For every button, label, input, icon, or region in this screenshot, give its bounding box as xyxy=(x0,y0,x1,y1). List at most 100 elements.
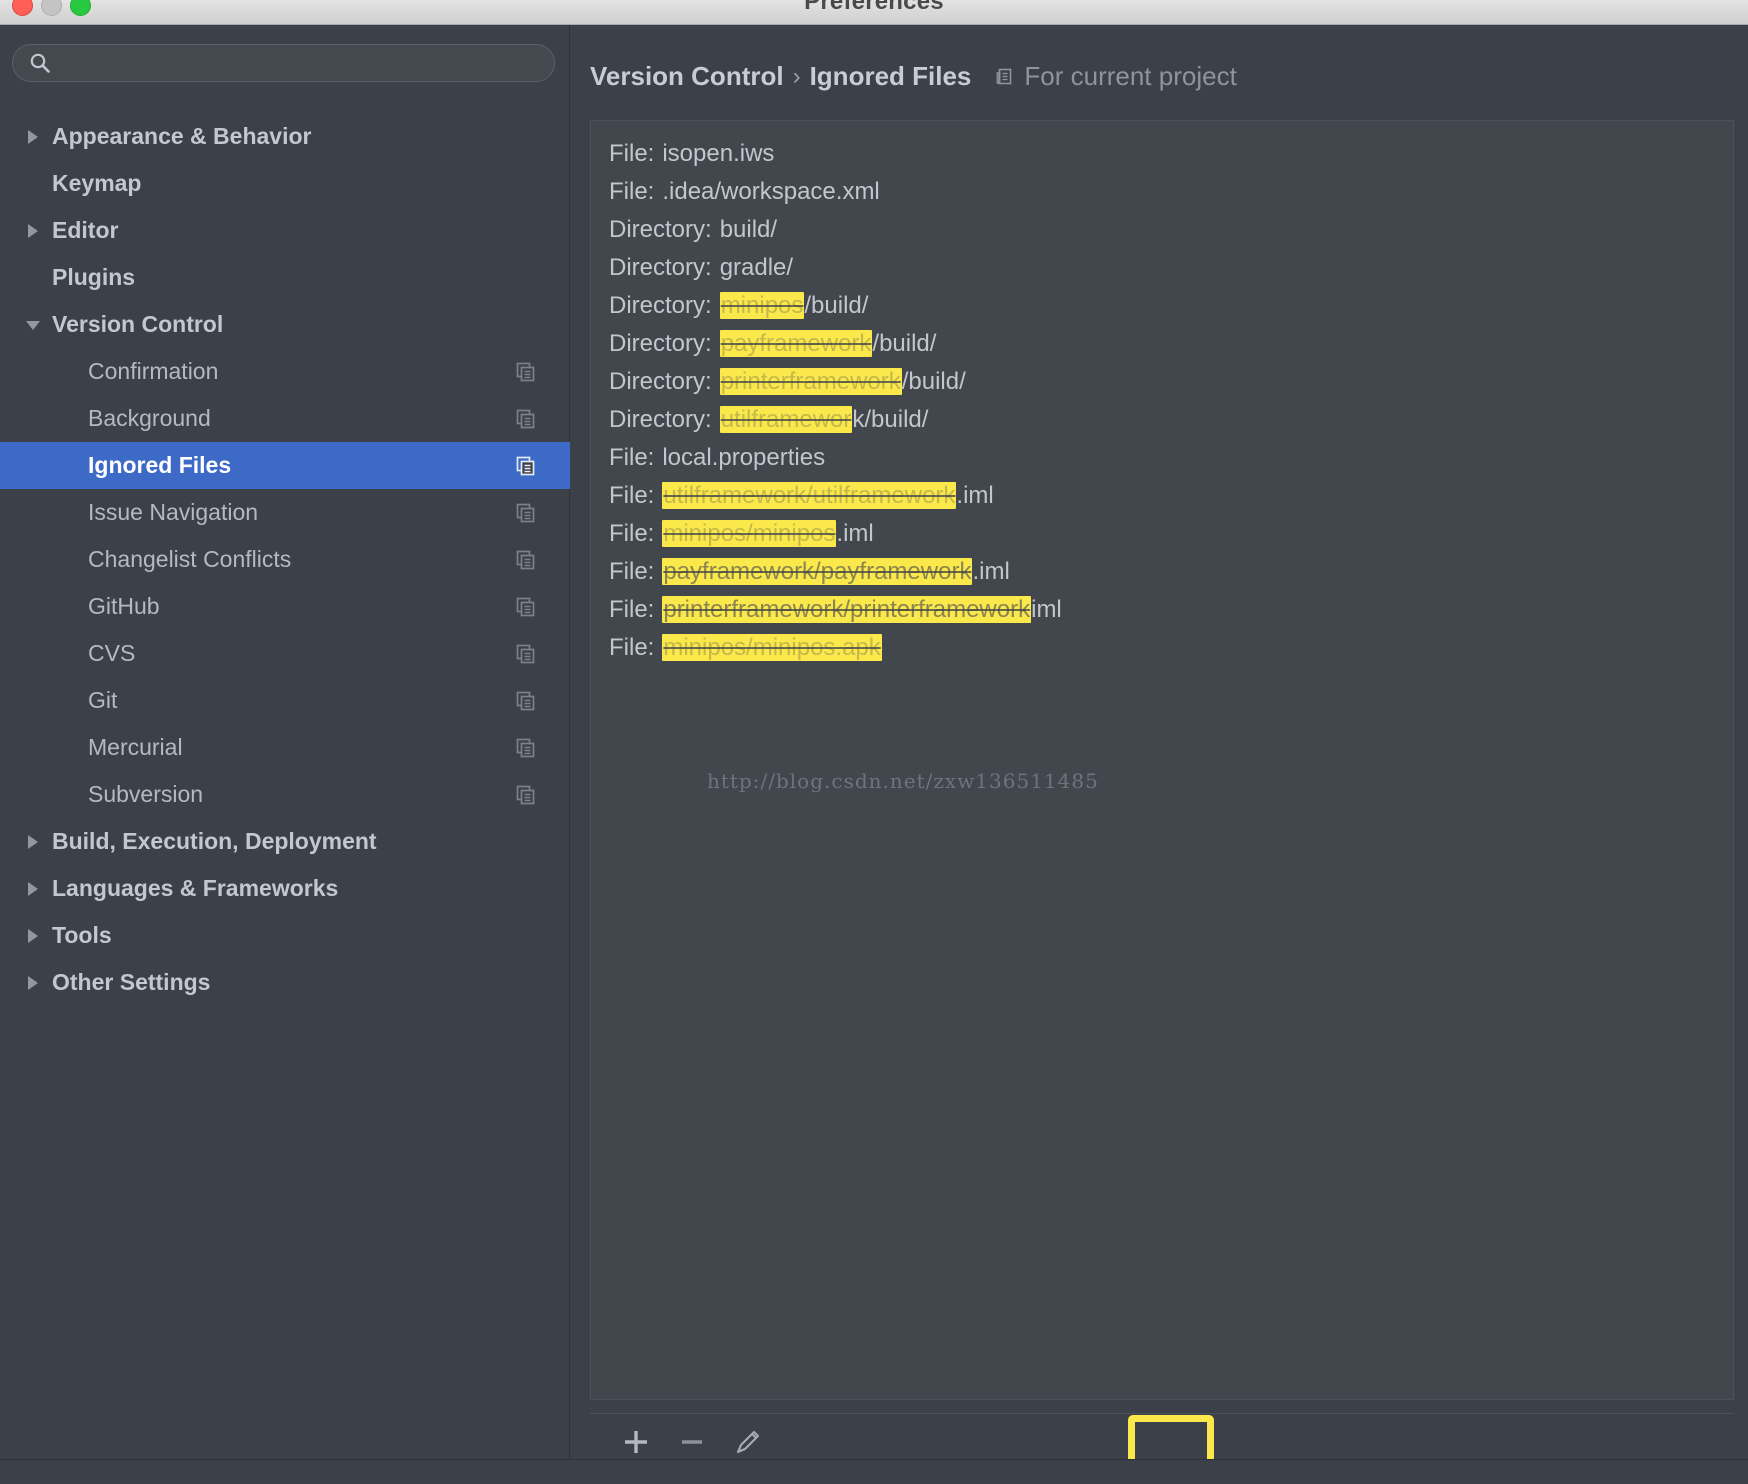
ignored-entry-kind: Directory: xyxy=(609,368,712,395)
redacted-path-segment: minipos xyxy=(719,292,805,319)
copy-settings-icon[interactable] xyxy=(515,455,537,477)
sidebar-item-cvs[interactable]: CVS xyxy=(0,630,570,677)
sidebar-item-tools[interactable]: Tools xyxy=(0,912,570,959)
sidebar-item-other-settings[interactable]: Other Settings xyxy=(0,959,570,1006)
ignored-entry-row[interactable]: File: utilframework/utilframework.iml xyxy=(609,477,1733,515)
chevron-right-icon[interactable] xyxy=(22,220,44,242)
ignored-entry-path: gradle/ xyxy=(719,254,794,281)
ignored-entry-row[interactable]: File: minipos/minipos.apk xyxy=(609,629,1733,667)
copy-settings-icon[interactable] xyxy=(515,549,537,571)
ignored-entry-kind: File: xyxy=(609,444,655,471)
ignored-entry-row[interactable]: Directory: build/ xyxy=(609,211,1733,249)
chevron-right-icon[interactable] xyxy=(22,878,44,900)
sidebar-item-label: Build, Execution, Deployment xyxy=(52,828,377,854)
ignored-entry-kind: Directory: xyxy=(609,406,712,433)
preferences-window: Preferences Appearance & Behavior Keymap E… xyxy=(0,0,1748,1484)
copy-settings-icon[interactable] xyxy=(515,643,537,665)
ignored-entry-path-suffix: iml xyxy=(1031,596,1062,623)
chevron-right-icon[interactable] xyxy=(22,925,44,947)
ignored-entry-kind: File: xyxy=(609,178,655,205)
sidebar-item-languages-frameworks[interactable]: Languages & Frameworks xyxy=(0,865,570,912)
sidebar-item-label: Appearance & Behavior xyxy=(52,123,312,149)
chevron-right-icon[interactable] xyxy=(22,972,44,994)
sidebar-item-subversion[interactable]: Subversion xyxy=(0,771,570,818)
sidebar-item-issue-navigation[interactable]: Issue Navigation xyxy=(0,489,570,536)
redacted-path-segment: printerframework xyxy=(719,368,902,395)
sidebar-item-ignored-files[interactable]: Ignored Files xyxy=(0,442,570,489)
search-box[interactable] xyxy=(12,44,555,82)
sidebar-item-plugins[interactable]: Plugins xyxy=(0,254,570,301)
copy-settings-icon[interactable] xyxy=(515,502,537,524)
ignored-entry-row[interactable]: File: .idea/workspace.xml xyxy=(609,173,1733,211)
project-scope-icon xyxy=(993,66,1015,88)
ignored-entry-path: payframework/payframework.iml xyxy=(662,558,1010,586)
window-bottom-strip xyxy=(0,1459,1748,1484)
sidebar-item-build-execution-deployment[interactable]: Build, Execution, Deployment xyxy=(0,818,570,865)
detail-pane: Version Control › Ignored Files For curr… xyxy=(570,25,1748,1484)
ignored-entry-row[interactable]: File: minipos/minipos.iml xyxy=(609,515,1733,553)
ignored-entry-row[interactable]: File: local.properties xyxy=(609,439,1733,477)
search-field-wrapper xyxy=(12,44,555,82)
ignored-entry-row[interactable]: Directory: minipos/build/ xyxy=(609,287,1733,325)
sidebar-item-label: Tools xyxy=(52,922,112,948)
breadcrumb-current: Ignored Files xyxy=(809,61,972,91)
breadcrumb-scope-note: For current project xyxy=(1024,61,1237,91)
chevron-down-icon[interactable] xyxy=(22,314,44,336)
ignored-files-rows: File: isopen.iws File: .idea/workspace.xml D… xyxy=(591,121,1733,667)
sidebar-item-label: Changelist Conflicts xyxy=(88,546,292,572)
ignored-entry-row[interactable]: File: printerframework/printerframeworkim… xyxy=(609,591,1733,629)
sidebar-item-version-control[interactable]: Version Control xyxy=(0,301,570,348)
sidebar-item-keymap[interactable]: Keymap xyxy=(0,160,570,207)
sidebar-item-background[interactable]: Background xyxy=(0,395,570,442)
ignored-entry-row[interactable]: Directory: printerframework/build/ xyxy=(609,363,1733,401)
settings-tree: Appearance & Behavior Keymap Editor Plugins… xyxy=(0,113,570,1006)
ignored-entry-path: printerframework/build/ xyxy=(719,368,966,396)
ignored-entry-kind: File: xyxy=(609,596,655,623)
ignored-entry-path-suffix: .iml xyxy=(836,520,874,547)
ignored-files-list[interactable]: File: isopen.iws File: .idea/workspace.xml D… xyxy=(590,120,1734,1400)
ignored-entry-path-suffix: /build/ xyxy=(872,330,937,357)
ignored-entry-row[interactable]: File: isopen.iws xyxy=(609,135,1733,173)
redacted-path-segment: payframework/payframework xyxy=(662,558,973,585)
sidebar-item-label: Subversion xyxy=(88,781,204,807)
sidebar-item-appearance-behavior[interactable]: Appearance & Behavior xyxy=(0,113,570,160)
ignored-entry-kind: File: xyxy=(609,482,655,509)
search-input[interactable] xyxy=(51,52,554,74)
ignored-entry-path: local.properties xyxy=(662,444,826,471)
sidebar-item-mercurial[interactable]: Mercurial xyxy=(0,724,570,771)
redacted-path-segment: payframework xyxy=(719,330,873,357)
breadcrumb-parent[interactable]: Version Control xyxy=(590,61,784,92)
sidebar-item-changelist-conflicts[interactable]: Changelist Conflicts xyxy=(0,536,570,583)
sidebar-item-confirmation[interactable]: Confirmation xyxy=(0,348,570,395)
chevron-right-icon[interactable] xyxy=(22,126,44,148)
ignored-entry-path: build/ xyxy=(719,216,778,243)
copy-settings-icon[interactable] xyxy=(515,737,537,759)
ignored-entry-path-suffix: .iml xyxy=(972,558,1010,585)
chevron-right-icon[interactable] xyxy=(22,831,44,853)
copy-settings-icon[interactable] xyxy=(515,408,537,430)
ignored-entry-row[interactable]: Directory: gradle/ xyxy=(609,249,1733,287)
sidebar-item-label: Git xyxy=(88,687,118,713)
window-titlebar: Preferences xyxy=(0,0,1748,25)
ignored-entry-path-suffix: /build/ xyxy=(901,368,966,395)
ignored-entry-row[interactable]: File: payframework/payframework.iml xyxy=(609,553,1733,591)
sidebar-item-label: Confirmation xyxy=(88,358,219,384)
copy-settings-icon[interactable] xyxy=(515,361,537,383)
breadcrumb-separator: › xyxy=(792,62,801,90)
ignored-entry-row[interactable]: Directory: payframework/build/ xyxy=(609,325,1733,363)
sidebar-item-label: Plugins xyxy=(52,264,136,290)
ignored-entry-row[interactable]: Directory: utilframework/build/ xyxy=(609,401,1733,439)
sidebar-item-github[interactable]: GitHub xyxy=(0,583,570,630)
sidebar-item-label: Languages & Frameworks xyxy=(52,875,339,901)
redacted-path-segment: utilframewor xyxy=(719,406,853,433)
sidebar-item-editor[interactable]: Editor xyxy=(0,207,570,254)
copy-settings-icon[interactable] xyxy=(515,784,537,806)
sidebar-item-label: Background xyxy=(88,405,211,431)
sidebar-item-label: Issue Navigation xyxy=(88,499,259,525)
copy-settings-icon[interactable] xyxy=(515,596,537,618)
redacted-path-segment: minipos/minipos xyxy=(662,520,837,547)
copy-settings-icon[interactable] xyxy=(515,690,537,712)
ignored-entry-kind: File: xyxy=(609,520,655,547)
ignored-entry-path: utilframework/utilframework.iml xyxy=(662,482,994,510)
sidebar-item-git[interactable]: Git xyxy=(0,677,570,724)
